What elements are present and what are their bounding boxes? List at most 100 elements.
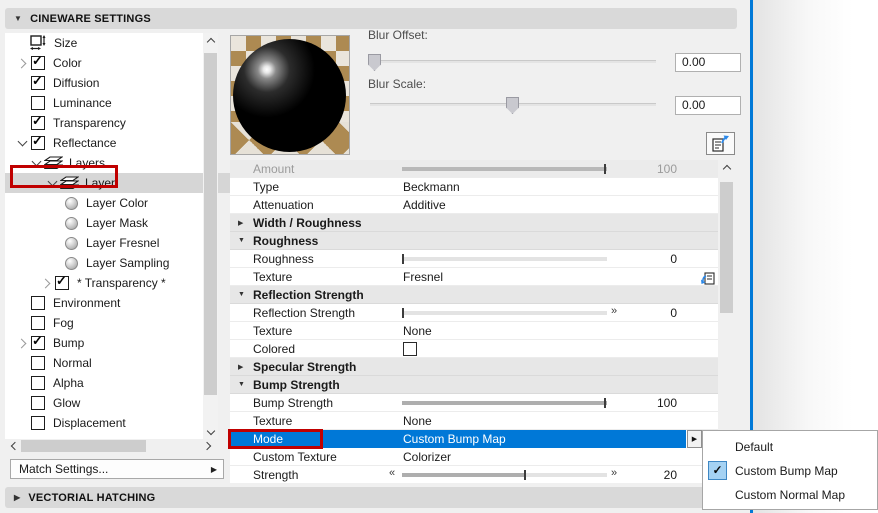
scrollbar-thumb[interactable] (21, 440, 146, 452)
checkbox-unchecked-icon[interactable] (31, 96, 45, 110)
checkbox-unchecked-icon[interactable] (31, 316, 45, 330)
scroll-down-icon[interactable] (203, 424, 218, 439)
scroll-left-icon[interactable] (5, 439, 21, 454)
vectorial-hatching-title: VECTORIAL HATCHING (28, 491, 156, 504)
texture-link-icon[interactable] (700, 270, 716, 285)
expand-chevron-icon[interactable] (39, 276, 53, 290)
prop-value[interactable]: Beckmann (403, 180, 460, 194)
checkbox-unchecked-icon[interactable] (31, 416, 45, 430)
menu-item-custom-normal-map[interactable]: Custom Normal Map (703, 483, 877, 507)
tree-item-luminance[interactable]: Luminance (5, 93, 213, 113)
expand-chevron-icon[interactable] (15, 336, 29, 350)
prop-value[interactable]: Additive (403, 198, 446, 212)
prop-value[interactable]: None (403, 324, 432, 338)
group-specular-strength[interactable]: ▶ Specular Strength (230, 358, 718, 376)
checkbox-checked-icon[interactable] (31, 133, 45, 150)
prop-value[interactable]: Fresnel (403, 270, 443, 284)
blur-scale-slider-thumb[interactable] (506, 97, 519, 114)
checkbox-unchecked-icon[interactable] (31, 376, 45, 390)
scroll-right-icon[interactable] (200, 439, 216, 454)
group-label: Roughness (253, 234, 319, 248)
mode-popup-button[interactable]: ▶ (687, 430, 702, 448)
tree-item-glow[interactable]: Glow (5, 393, 213, 413)
tree-item-transparency[interactable]: Transparency (5, 113, 213, 133)
reflection-strength-slider[interactable] (402, 308, 607, 318)
checkbox-checked-icon[interactable] (31, 73, 45, 90)
tree-item-bump[interactable]: Bump (5, 333, 213, 353)
group-expanded-icon[interactable]: ▼ (238, 381, 245, 388)
group-collapsed-icon[interactable]: ▶ (238, 363, 243, 371)
prop-value[interactable]: Colorizer (403, 450, 451, 464)
checkbox-checked-icon[interactable] (31, 53, 45, 70)
menu-item-custom-bump-map[interactable]: ✓ Custom Bump Map (703, 459, 877, 483)
group-collapsed-icon[interactable]: ▶ (238, 219, 243, 227)
blur-scale-label: Blur Scale: (368, 77, 427, 91)
bump-strength-slider[interactable] (402, 398, 607, 408)
menu-item-default[interactable]: Default (703, 435, 877, 459)
cineware-settings-header[interactable]: ▼ CINEWARE SETTINGS (5, 8, 737, 29)
blur-offset-slider-track[interactable] (370, 60, 656, 63)
tree-item-fog[interactable]: Fog (5, 313, 213, 333)
scrollbar-thumb[interactable] (204, 53, 217, 395)
tree-item-label: Alpha (53, 376, 84, 390)
prop-row-amount[interactable]: Amount 100 (230, 160, 718, 178)
checkbox-checked-icon[interactable] (31, 113, 45, 130)
checkbox-unchecked-icon[interactable] (31, 296, 45, 310)
scroll-up-icon[interactable] (718, 160, 735, 175)
prop-row-texture-none-2[interactable]: Texture None (230, 412, 718, 430)
blur-scale-value-field[interactable]: 0.00 (675, 96, 741, 115)
tree-item-diffusion[interactable]: Diffusion (5, 73, 213, 93)
material-channel-sphere-icon (65, 216, 78, 230)
group-reflection-strength[interactable]: ▼ Reflection Strength (230, 286, 718, 304)
tree-item-size[interactable]: Size (5, 33, 213, 53)
expand-chevron-icon[interactable] (15, 56, 29, 70)
scrollbar-thumb[interactable] (720, 182, 733, 313)
group-bump-strength[interactable]: ▼ Bump Strength (230, 376, 718, 394)
prop-row-type[interactable]: Type Beckmann (230, 178, 718, 196)
prop-row-colored[interactable]: Colored (230, 340, 718, 358)
prop-label: Roughness (253, 252, 314, 266)
prop-row-texture-none-1[interactable]: Texture None (230, 322, 718, 340)
match-settings-button[interactable]: Match Settings... ▶ (10, 459, 224, 479)
scroll-up-icon[interactable] (203, 33, 218, 48)
tree-horizontal-scrollbar[interactable] (5, 439, 218, 453)
tree-vertical-scrollbar[interactable] (203, 33, 218, 439)
checkbox-checked-icon[interactable] (55, 273, 69, 290)
prop-row-roughness[interactable]: Roughness 0 (230, 250, 718, 268)
strength-slider[interactable] (402, 470, 607, 480)
checkbox-checked-icon[interactable] (31, 333, 45, 350)
prop-row-attenuation[interactable]: Attenuation Additive (230, 196, 718, 214)
tree-item-normal[interactable]: Normal (5, 353, 213, 373)
prop-row-texture-fresnel[interactable]: Texture Fresnel (230, 268, 718, 286)
tree-item-environment[interactable]: Environment (5, 293, 213, 313)
prop-row-custom-texture[interactable]: Custom Texture Colorizer (230, 448, 718, 466)
prop-row-bump-strength[interactable]: Bump Strength 100 (230, 394, 718, 412)
prop-value[interactable]: None (403, 414, 432, 428)
checkbox-unchecked-icon[interactable] (31, 396, 45, 410)
prop-row-strength[interactable]: Strength « » 20 (230, 466, 718, 483)
prop-row-reflection-strength[interactable]: Reflection Strength » 0 (230, 304, 718, 322)
group-width-roughness[interactable]: ▶ Width / Roughness (230, 214, 718, 232)
tree-item-displacement[interactable]: Displacement (5, 413, 213, 433)
copy-settings-button[interactable] (706, 132, 735, 155)
group-expanded-icon[interactable]: ▼ (238, 237, 245, 244)
colored-checkbox-unchecked[interactable] (403, 342, 417, 356)
group-expanded-icon[interactable]: ▼ (238, 291, 245, 298)
tree-item-color[interactable]: Color (5, 53, 213, 73)
tree-item-alpha[interactable]: Alpha (5, 373, 213, 393)
slider-extend-left-icon[interactable]: « (389, 467, 395, 479)
tree-item-label: Layer Fresnel (86, 236, 160, 250)
blur-offset-slider-thumb[interactable] (368, 54, 381, 71)
tree-item-reflectance[interactable]: Reflectance (5, 133, 213, 153)
group-roughness[interactable]: ▼ Roughness (230, 232, 718, 250)
vectorial-hatching-header[interactable]: ▶ VECTORIAL HATCHING (5, 487, 737, 508)
prop-value[interactable]: Custom Bump Map (403, 432, 506, 446)
blur-offset-value-field[interactable]: 0.00 (675, 53, 741, 72)
tree-item-label: Luminance (53, 96, 112, 110)
tree-item-label: Bump (53, 336, 85, 350)
amount-slider[interactable] (402, 164, 607, 174)
checkbox-unchecked-icon[interactable] (31, 356, 45, 370)
expand-chevron-icon[interactable] (15, 136, 29, 150)
roughness-slider[interactable] (402, 254, 607, 264)
material-preview[interactable] (230, 35, 350, 155)
